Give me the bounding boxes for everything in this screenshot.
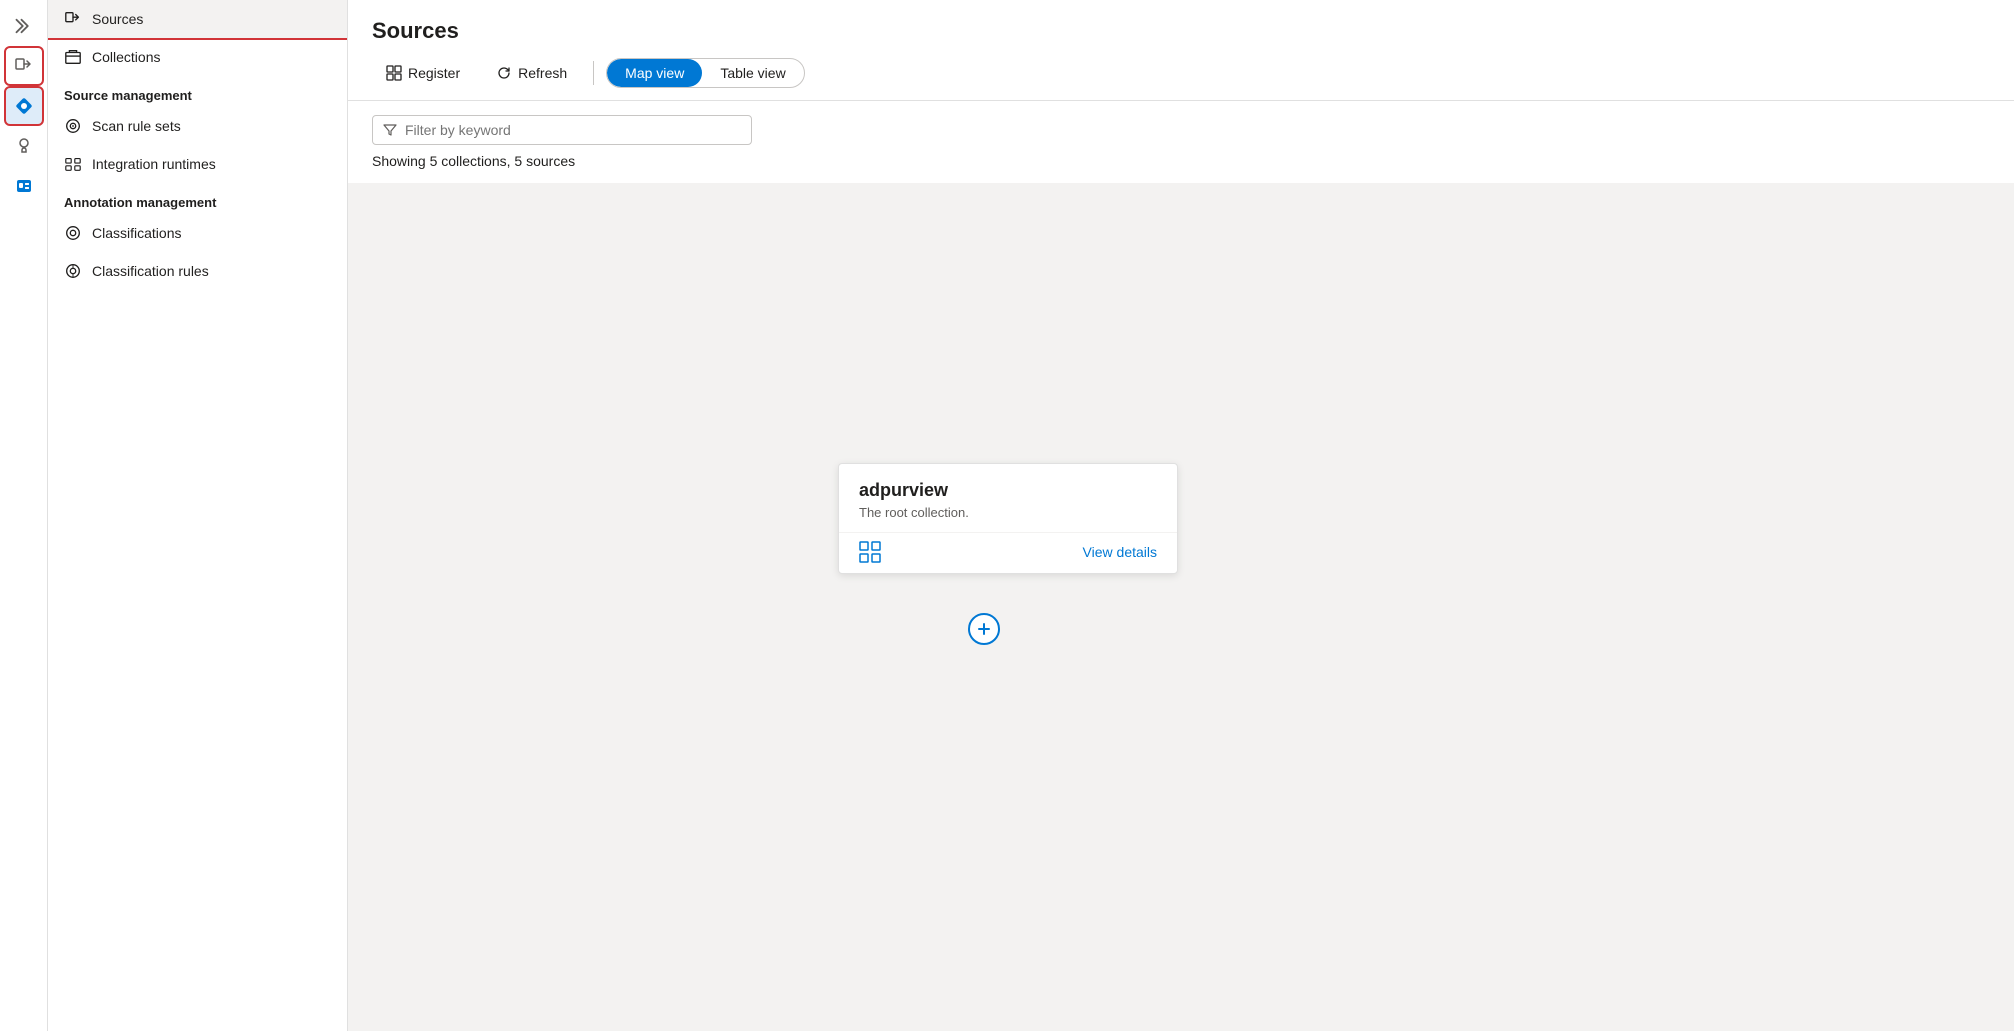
filter-input-wrap <box>372 115 752 145</box>
insights-rail-icon[interactable] <box>6 128 42 164</box>
filter-icon <box>383 123 397 137</box>
toolbar: Register Refresh Map view Table view <box>372 58 1990 88</box>
integration-runtimes-label: Integration runtimes <box>92 156 216 172</box>
collection-card: adpurview The root collection. View deta… <box>838 463 1178 574</box>
card-title: adpurview <box>859 480 1157 501</box>
register-icon <box>386 65 402 81</box>
sidebar-item-sources[interactable]: Sources <box>48 0 347 38</box>
data-policy-rail-icon[interactable] <box>6 168 42 204</box>
classification-rules-icon <box>64 262 82 280</box>
sidebar-item-classifications[interactable]: Classifications <box>48 214 347 252</box>
collections-label: Collections <box>92 49 160 65</box>
refresh-label: Refresh <box>518 65 567 81</box>
sidebar: Sources Collections Source management Sc… <box>48 0 348 1031</box>
filter-section: Showing 5 collections, 5 sources <box>348 101 2014 183</box>
register-button[interactable]: Register <box>372 59 474 87</box>
refresh-button[interactable]: Refresh <box>482 59 581 87</box>
card-footer: View details <box>839 532 1177 573</box>
classifications-icon <box>64 224 82 242</box>
register-label: Register <box>408 65 460 81</box>
refresh-icon <box>496 65 512 81</box>
showing-text: Showing 5 collections, 5 sources <box>372 153 1990 169</box>
filter-input[interactable] <box>405 122 741 138</box>
source-management-section: Source management <box>48 76 347 107</box>
map-view-button[interactable]: Map view <box>607 59 702 87</box>
card-body: adpurview The root collection. <box>839 464 1177 532</box>
view-details-link[interactable]: View details <box>1083 544 1157 560</box>
purview-rail-icon[interactable] <box>6 88 42 124</box>
scan-rule-sets-label: Scan rule sets <box>92 118 181 134</box>
classifications-label: Classifications <box>92 225 181 241</box>
expand-sidebar-icon[interactable] <box>6 8 42 44</box>
sources-icon <box>64 10 82 28</box>
classification-rules-label: Classification rules <box>92 263 209 279</box>
page-title: Sources <box>372 18 1990 44</box>
integration-runtimes-icon <box>64 155 82 173</box>
toolbar-divider <box>593 61 594 85</box>
map-area[interactable]: adpurview The root collection. View deta… <box>348 183 2014 1031</box>
sidebar-item-classification-rules[interactable]: Classification rules <box>48 252 347 290</box>
annotation-management-section: Annotation management <box>48 183 347 214</box>
main-header: Sources Register Refresh <box>348 0 2014 101</box>
scan-rule-sets-icon <box>64 117 82 135</box>
sidebar-item-collections[interactable]: Collections <box>48 38 347 76</box>
sources-label: Sources <box>92 11 143 27</box>
view-toggle: Map view Table view <box>606 58 805 88</box>
card-subtitle: The root collection. <box>859 505 1157 520</box>
icon-rail <box>0 0 48 1031</box>
collections-icon <box>64 48 82 66</box>
grid-icon <box>859 541 881 563</box>
main-content: Sources Register Refresh <box>348 0 2014 1031</box>
plus-icon <box>976 621 992 637</box>
table-view-button[interactable]: Table view <box>702 59 803 87</box>
expand-circle-button[interactable] <box>968 613 1000 645</box>
sidebar-item-scan-rule-sets[interactable]: Scan rule sets <box>48 107 347 145</box>
sidebar-item-integration-runtimes[interactable]: Integration runtimes <box>48 145 347 183</box>
sources-rail-icon[interactable] <box>6 48 42 84</box>
